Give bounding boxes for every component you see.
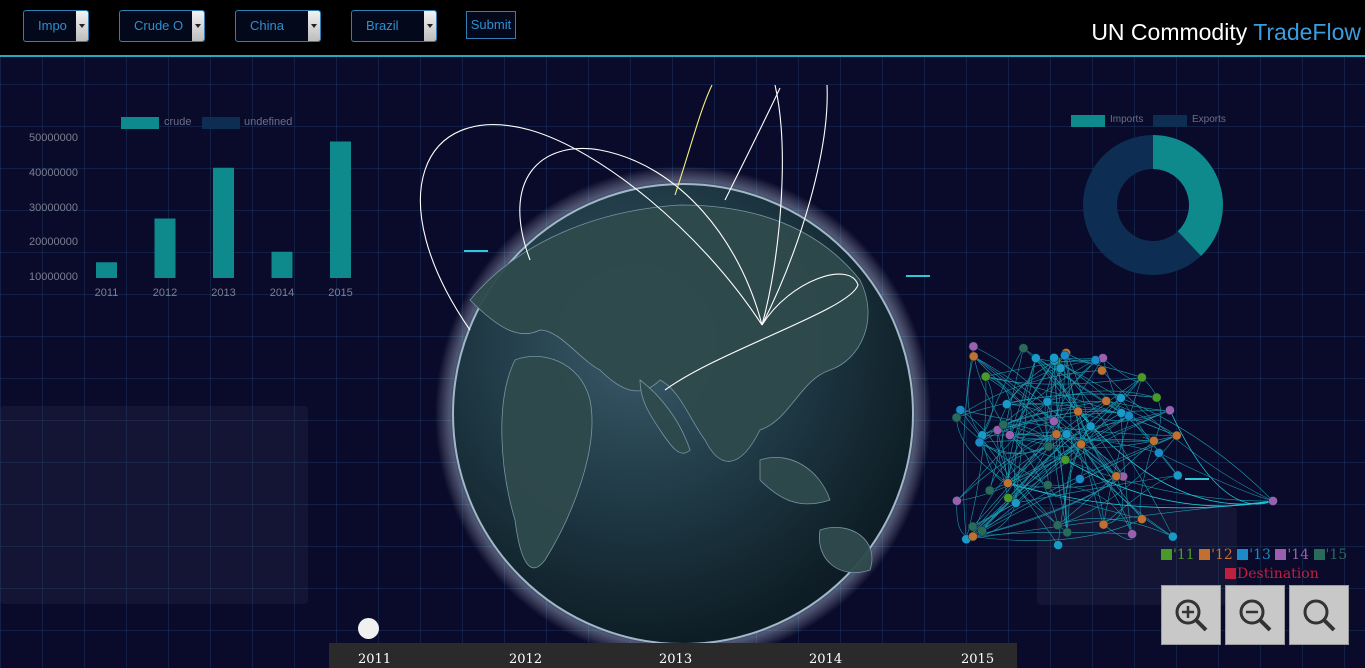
- network-edge: [972, 532, 1133, 537]
- zoom-out-icon: [1239, 599, 1272, 632]
- network-year-key: '11 '12 '13 '14 '15: [1161, 546, 1347, 564]
- network-node: [1165, 405, 1175, 415]
- network-node: [1073, 406, 1083, 417]
- network-node: [952, 496, 962, 506]
- network-node: [1085, 421, 1096, 432]
- key-2013: '13: [1237, 547, 1271, 563]
- timeline-year-2014[interactable]: 2014: [809, 652, 842, 667]
- network-node: [1051, 429, 1062, 440]
- network-node: [980, 371, 991, 382]
- network-node: [1076, 439, 1086, 450]
- network-node: [1062, 527, 1072, 538]
- network-node: [1018, 343, 1029, 353]
- network-node: [1049, 353, 1059, 363]
- network-node: [1049, 416, 1059, 426]
- zoom-in-button[interactable]: [1161, 585, 1221, 645]
- network-node: [977, 526, 987, 536]
- network-node: [1055, 363, 1066, 374]
- network-node: [998, 419, 1009, 430]
- network-node: [1043, 441, 1054, 452]
- network-node: [1111, 471, 1122, 481]
- network-edge: [1080, 444, 1133, 535]
- timeline-year-2012[interactable]: 2012: [509, 652, 542, 667]
- network-node: [1137, 514, 1147, 524]
- network-node: [1127, 529, 1137, 539]
- zoom-reset-icon: [1303, 599, 1336, 632]
- network-node: [1101, 396, 1111, 406]
- network-node: [951, 412, 962, 423]
- timeline-year-2013[interactable]: 2013: [659, 652, 692, 667]
- timeline-year-2015[interactable]: 2015: [961, 652, 994, 667]
- network-node: [1061, 429, 1072, 439]
- network-edge: [981, 376, 994, 436]
- network-node: [1098, 519, 1109, 530]
- network-node: [1060, 455, 1071, 465]
- network-node: [1003, 478, 1013, 488]
- zoom-reset-button[interactable]: [1289, 585, 1349, 645]
- network-node: [1005, 430, 1015, 440]
- network-node: [985, 485, 995, 496]
- timeline-handle[interactable]: [358, 618, 379, 639]
- network-node: [1154, 448, 1164, 458]
- network-node: [1043, 480, 1053, 490]
- network-node: [968, 341, 979, 352]
- network-edges: [956, 346, 1274, 546]
- network-node: [1003, 493, 1014, 503]
- network-edge: [1169, 410, 1274, 505]
- timeline-year-2011[interactable]: 2011: [358, 652, 391, 667]
- key-2011: '11: [1161, 547, 1195, 563]
- network-node: [1168, 531, 1178, 542]
- network-node: [1090, 355, 1101, 365]
- network-node: [1172, 470, 1183, 481]
- network-node: [1268, 496, 1278, 506]
- network-node: [967, 521, 978, 532]
- network-edge: [1057, 518, 1174, 537]
- key-2014: '14: [1275, 547, 1309, 563]
- key-2012: '12: [1199, 547, 1233, 563]
- network-node: [1042, 396, 1053, 407]
- key-destination: Destination: [1225, 566, 1319, 582]
- network-node: [1002, 399, 1012, 409]
- network-node: [1116, 408, 1126, 418]
- zoom-out-button[interactable]: [1225, 585, 1285, 645]
- network-node: [968, 351, 979, 362]
- network-node: [1053, 540, 1063, 550]
- network-edge: [1106, 400, 1177, 436]
- network-node: [1151, 392, 1162, 403]
- network-node: [1060, 350, 1070, 361]
- network-node: [1097, 365, 1107, 376]
- network-edge: [1077, 411, 1274, 505]
- network-node: [1137, 372, 1147, 383]
- network-node: [1075, 474, 1085, 484]
- trade-network-graph[interactable]: [940, 330, 1285, 565]
- network-node: [1052, 520, 1063, 530]
- key-2015: '15: [1313, 547, 1347, 563]
- network-node: [1172, 430, 1182, 441]
- network-edge: [1007, 415, 1130, 484]
- zoom-in-icon: [1175, 599, 1208, 632]
- network-edge: [965, 376, 987, 540]
- network-node: [1011, 498, 1021, 508]
- network-node: [1116, 393, 1126, 403]
- network-node: [1031, 353, 1041, 363]
- network-node: [968, 531, 978, 542]
- network-node: [1149, 436, 1159, 446]
- network-node: [974, 437, 985, 448]
